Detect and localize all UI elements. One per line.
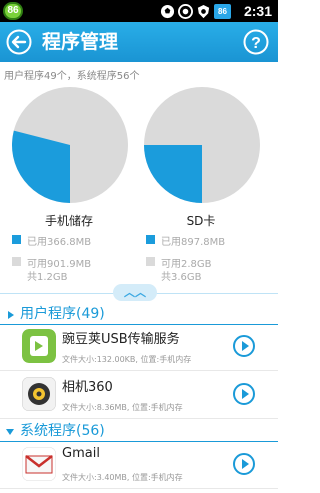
sd-storage-label: SD卡 bbox=[186, 214, 216, 228]
battery-icon: 86 bbox=[214, 3, 231, 19]
list-item[interactable]: Gmail 文件大小:3.40MB, 位置:手机内存 bbox=[0, 441, 278, 489]
free-legend-swatch bbox=[146, 257, 155, 266]
question-icon[interactable]: ? bbox=[243, 29, 269, 55]
phone-storage-pie bbox=[12, 87, 128, 203]
open-app-button[interactable] bbox=[233, 453, 255, 475]
phone-total-text: 共1.2GB bbox=[27, 272, 68, 283]
status-bar: 86 86 2:31 bbox=[0, 0, 278, 22]
app-meta: 文件大小:3.40MB, 位置:手机内存 bbox=[62, 473, 183, 482]
title-bar: 程序管理 ? bbox=[0, 22, 278, 62]
sd-used-text: 已用897.8MB bbox=[161, 237, 226, 248]
camera360-icon bbox=[22, 377, 56, 411]
open-app-button[interactable] bbox=[233, 335, 255, 357]
double-chevron-up-icon[interactable]: ︿︿ bbox=[113, 284, 157, 301]
notification-badge: 86 bbox=[3, 2, 23, 20]
section-title: 用户程序(49) bbox=[20, 306, 105, 322]
gmail-icon bbox=[22, 447, 56, 481]
aperture-icon bbox=[178, 3, 193, 19]
shield-icon bbox=[197, 4, 210, 18]
sd-storage-pie bbox=[144, 87, 260, 203]
used-legend-swatch bbox=[146, 235, 155, 244]
page-title: 程序管理 bbox=[42, 31, 119, 53]
user-programs-header[interactable]: 用户程序(49) bbox=[0, 303, 278, 325]
program-count-summary: 用户程序49个，系统程序56个 bbox=[4, 71, 140, 82]
app-meta: 文件大小:8.36MB, 位置:手机内存 bbox=[62, 403, 183, 412]
svg-text:?: ? bbox=[251, 35, 261, 52]
status-icons: 86 bbox=[160, 3, 231, 19]
sd-total-text: 共3.6GB bbox=[161, 272, 202, 283]
phone-used-text: 已用366.8MB bbox=[27, 237, 92, 248]
app-name: Gmail bbox=[62, 446, 100, 461]
phone-storage-label: 手机储存 bbox=[44, 214, 93, 228]
list-item[interactable]: 豌豆荚USB传输服务 文件大小:132.00KB, 位置:手机内存 bbox=[0, 323, 278, 371]
app-meta: 文件大小:132.00KB, 位置:手机内存 bbox=[62, 355, 192, 364]
soccer-ball-icon bbox=[160, 4, 175, 18]
open-app-button[interactable] bbox=[233, 383, 255, 405]
app-name: 相机360 bbox=[62, 380, 113, 395]
list-item[interactable]: 相机360 文件大小:8.36MB, 位置:手机内存 bbox=[0, 371, 278, 419]
system-programs-header[interactable]: 系统程序(56) bbox=[0, 420, 278, 442]
clock: 2:31 bbox=[243, 3, 272, 19]
expand-arrow-icon bbox=[8, 311, 14, 319]
used-legend-swatch bbox=[12, 235, 21, 244]
collapse-arrow-icon bbox=[6, 429, 14, 435]
back-arrow-icon[interactable] bbox=[6, 29, 32, 55]
section-title: 系统程序(56) bbox=[20, 423, 105, 439]
free-legend-swatch bbox=[12, 257, 21, 266]
pie-used-slice bbox=[144, 145, 202, 203]
wandoujia-icon bbox=[22, 329, 56, 363]
app-name: 豌豆荚USB传输服务 bbox=[62, 332, 180, 347]
